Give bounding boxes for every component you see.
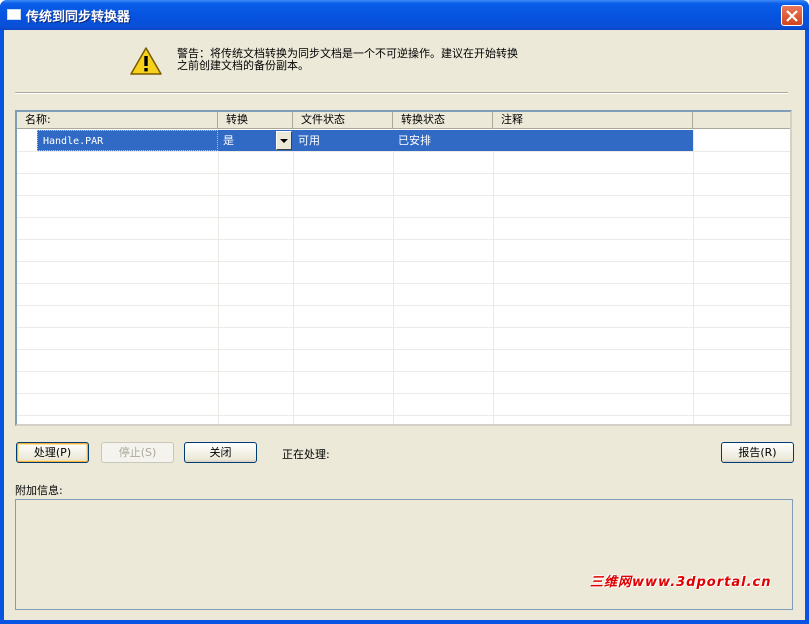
grid-row-line: [17, 283, 790, 284]
cell-convert-value: 是: [223, 134, 234, 147]
grid-row-line: [17, 217, 790, 218]
cell-convert-status[interactable]: 已安排: [393, 130, 493, 151]
stop-button[interactable]: 停止(S): [101, 442, 174, 463]
watermark: 三维网www.3dportal.cn: [590, 575, 772, 590]
grid-row-line: [17, 305, 790, 306]
window-icon: [7, 9, 21, 20]
additional-info-box[interactable]: [15, 499, 793, 610]
close-icon: [786, 10, 798, 22]
processing-label: 正在处理:: [282, 448, 330, 461]
dialog-body: 警告：将传统文档转换为同步文档是一个不可逆操作。建议在开始转换 之前创建文档的备…: [4, 30, 805, 620]
close-button[interactable]: 关闭: [184, 442, 257, 463]
grid-row-line: [17, 393, 790, 394]
warning-icon: [130, 47, 162, 75]
column-header-convert-status[interactable]: 转换状态: [393, 112, 493, 129]
column-header-name[interactable]: 名称:: [17, 112, 218, 129]
cell-note[interactable]: [493, 130, 693, 151]
grid-row-line: [17, 327, 790, 328]
process-button[interactable]: 处理(P): [16, 442, 89, 463]
separator: [15, 92, 788, 94]
close-window-button[interactable]: [781, 5, 803, 26]
grid-row-line: [17, 349, 790, 350]
dialog-window: 传统到同步转换器 警告：将传统文档转换为同步文档是一个不可逆操作。建议在开始转换…: [0, 0, 809, 624]
grid-row-line: [17, 371, 790, 372]
grid-row-line: [17, 415, 790, 416]
column-header-empty: [693, 112, 790, 129]
column-header-note[interactable]: 注释: [493, 112, 693, 129]
report-button[interactable]: 报告(R): [721, 442, 794, 463]
warning-message: 警告：将传统文档转换为同步文档是一个不可逆操作。建议在开始转换 之前创建文档的备…: [177, 48, 577, 72]
grid-row-line: [17, 195, 790, 196]
additional-info-label: 附加信息:: [15, 484, 63, 497]
column-header-file-status[interactable]: 文件状态: [293, 112, 393, 129]
cell-file-status[interactable]: 可用: [293, 130, 393, 151]
conversion-table[interactable]: 名称: 转换 文件状态 转换状态 注释 Handle.PAR 是 可用 已安排: [15, 110, 792, 426]
warning-line-2: 之前创建文档的备份副本。: [177, 59, 309, 72]
chevron-down-icon: [280, 139, 288, 143]
grid-row-line: [17, 151, 790, 152]
grid-row-line: [17, 261, 790, 262]
column-header-convert[interactable]: 转换: [218, 112, 293, 129]
convert-dropdown-button[interactable]: [276, 131, 292, 150]
title-bar[interactable]: 传统到同步转换器: [0, 0, 809, 30]
grid-row-line: [17, 239, 790, 240]
window-title: 传统到同步转换器: [26, 10, 131, 25]
cell-name[interactable]: Handle.PAR: [37, 130, 218, 151]
grid-row-line: [17, 173, 790, 174]
